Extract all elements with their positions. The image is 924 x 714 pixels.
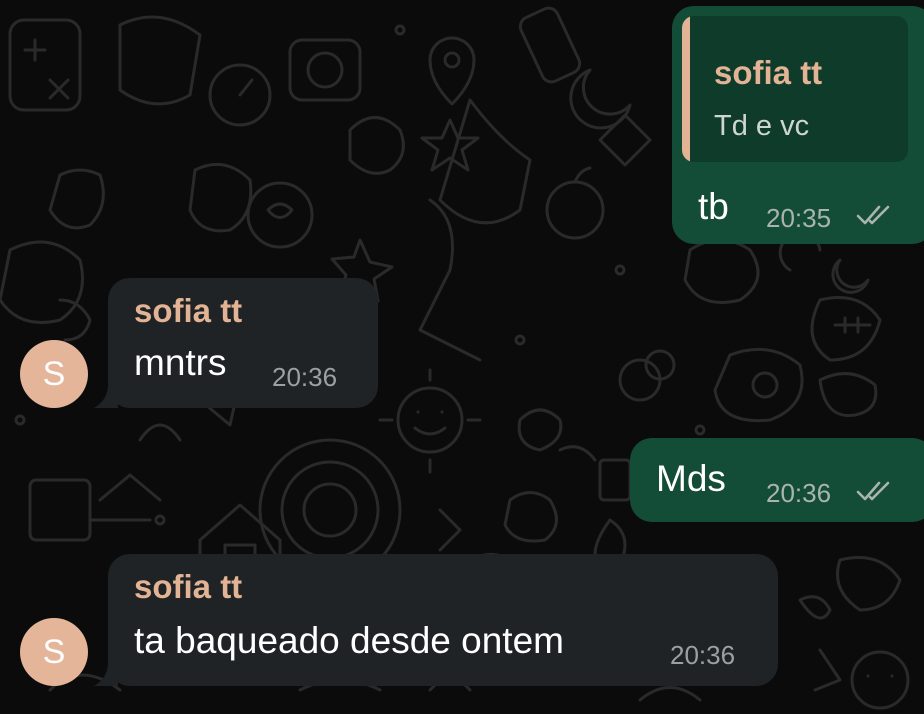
double-check-icon [856,205,890,225]
avatar[interactable]: S [20,618,88,686]
outgoing-message-bubble[interactable]: sofia tt Td e vc tb 20:35 [672,6,924,244]
reply-quote-text: Td e vc [714,110,810,142]
message-time: 20:35 [766,203,832,233]
reply-quote-sender: sofia tt [714,54,823,91]
message-text: mntrs [134,342,227,383]
reply-quote[interactable]: sofia tt Td e vc [682,16,908,162]
outgoing-message-bubble[interactable]: Mds 20:36 [630,438,924,522]
avatar[interactable]: S [20,340,88,408]
reply-quote-bar [682,16,690,162]
sender-name[interactable]: sofia tt [134,292,242,330]
double-check-icon [856,481,890,501]
message-time: 20:36 [766,478,832,508]
incoming-message-bubble[interactable]: sofia tt mntrs 20:36 [108,278,378,408]
chat-view: sofia tt Td e vc tb 20:35 S sofia tt mnt… [0,0,924,714]
message-text: ta baqueado desde ontem [134,620,564,661]
message-text: Mds [656,458,726,499]
sender-name[interactable]: sofia tt [134,568,242,606]
message-text: tb [698,186,729,227]
message-time: 20:36 [670,640,736,670]
incoming-message-bubble[interactable]: sofia tt ta baqueado desde ontem 20:36 [108,554,778,686]
message-time: 20:36 [272,362,338,392]
